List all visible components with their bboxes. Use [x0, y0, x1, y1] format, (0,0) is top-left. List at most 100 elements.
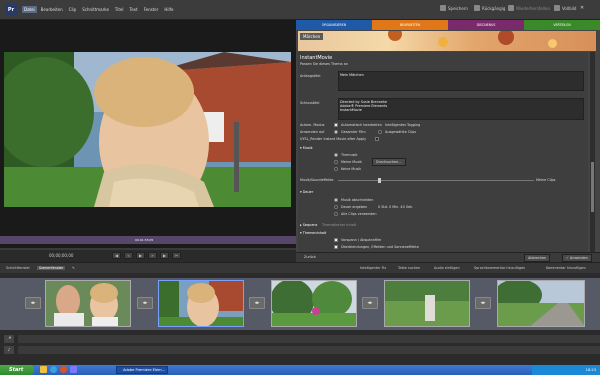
- beat-detect-button[interactable]: Takte suchen: [398, 266, 420, 270]
- theme-music-radio[interactable]: [334, 153, 338, 157]
- audio-button[interactable]: Audio einfügen: [434, 266, 460, 270]
- duration-fields[interactable]: 0 Std. 0 Min. 40 Sek.: [378, 205, 413, 209]
- browser-icon[interactable]: [50, 366, 57, 373]
- scrollbar-thumb[interactable]: [591, 162, 594, 212]
- music-balance-slider[interactable]: [338, 180, 534, 181]
- tab-verteilen[interactable]: VERTEILEN: [524, 20, 600, 30]
- sequence-value: Thematischer Inhalt: [322, 223, 356, 227]
- render-checkbox[interactable]: [375, 137, 379, 141]
- video-frame: [4, 52, 291, 207]
- theme-music-label: Themusik: [341, 153, 358, 157]
- menu-fenster[interactable]: Fenster: [142, 6, 161, 13]
- menu-datei[interactable]: Datei: [22, 6, 37, 13]
- whole-movie-radio[interactable]: [334, 130, 338, 134]
- redo-button[interactable]: Wiederherstellen: [508, 5, 550, 11]
- clip-5[interactable]: [497, 280, 585, 327]
- tab-discmenus[interactable]: DISCNENUS: [448, 20, 524, 30]
- undo-button[interactable]: Rückgängig: [474, 5, 505, 11]
- transition-slot[interactable]: ◂▸: [25, 297, 41, 309]
- menu-titel[interactable]: Titel: [113, 6, 126, 13]
- clip-2[interactable]: [158, 280, 244, 327]
- smartfix-button[interactable]: Intelligenter Fix: [360, 266, 386, 270]
- no-music-radio[interactable]: [334, 167, 338, 171]
- clip-4[interactable]: [384, 280, 470, 327]
- browse-button[interactable]: Durchsuchen...: [372, 158, 406, 166]
- clip-1[interactable]: [45, 280, 131, 327]
- opening-title-label: Anfangstitel: [300, 74, 321, 78]
- sequence-section[interactable]: ▸ Sequenz: [300, 223, 317, 227]
- menu-bar: Datei Bearbeiten Clip Schnittmarke Titel…: [22, 6, 176, 13]
- cancel-button[interactable]: Abbrechen: [524, 254, 551, 262]
- step-back-button[interactable]: ◀: [112, 252, 121, 259]
- split-button[interactable]: ✂: [172, 252, 181, 259]
- set-duration-radio[interactable]: [334, 205, 338, 209]
- transition-slot[interactable]: ◂▸: [475, 297, 491, 309]
- transition-slot[interactable]: ◂▸: [137, 297, 153, 309]
- menu-clip[interactable]: Clip: [67, 6, 79, 13]
- start-button[interactable]: Start: [0, 365, 34, 375]
- duration-section[interactable]: ▾ Dauer: [300, 190, 313, 194]
- explorer-icon[interactable]: [40, 366, 47, 373]
- timeline-toolbar: Schnittfenster Szenenfenster ✎ Intellige…: [0, 262, 600, 273]
- menu-text[interactable]: Text: [127, 6, 139, 13]
- transition-slot[interactable]: ◂▸: [362, 297, 378, 309]
- opening-title-field[interactable]: Mein Märchen: [338, 71, 584, 91]
- auto-edit-checkbox[interactable]: [334, 123, 338, 127]
- menu-bearbeiten[interactable]: Bearbeiten: [39, 6, 65, 13]
- tab-organisieren[interactable]: ORGANISIEREN: [296, 20, 372, 30]
- play-button[interactable]: ▶: [136, 252, 145, 259]
- all-clips-radio[interactable]: [334, 212, 338, 216]
- pencil-icon[interactable]: ✎: [72, 266, 75, 270]
- clip-2-thumbnail: [159, 281, 243, 326]
- transitions-checkbox[interactable]: [334, 245, 338, 249]
- music-balance-knob[interactable]: [378, 178, 381, 183]
- auto-edit-section-label: Autom. Modus: [300, 123, 325, 127]
- my-music-label: Meine Musik: [341, 160, 363, 164]
- music-section[interactable]: ▾ Musik: [300, 146, 313, 150]
- theme-name: Märchen: [300, 33, 324, 40]
- narration-icon: 🎤: [4, 335, 14, 343]
- music-balance-left-label: Musik/Soundeffekte: [300, 178, 334, 182]
- clip-3[interactable]: [271, 280, 357, 327]
- narration-button[interactable]: Sprachkommentar hinzufügen: [474, 266, 525, 270]
- rewind-button[interactable]: «: [124, 252, 133, 259]
- clip-5-thumbnail: [498, 281, 584, 326]
- taskbar-premiere[interactable]: Adobe Premiere Elem...: [116, 366, 168, 374]
- auto-edit-label: Automatisch bearbeiten: [341, 123, 382, 127]
- intelligent-tagging-label: Intelligentes Tagging: [385, 123, 421, 127]
- menu-hilfe[interactable]: Hilfe: [162, 6, 175, 13]
- fullscreen-button[interactable]: Vollbild: [554, 5, 576, 11]
- whole-movie-label: Gesamter Film: [341, 130, 366, 134]
- audio-lane-2[interactable]: [18, 346, 600, 354]
- back-button[interactable]: Zurück: [304, 255, 316, 259]
- closing-title-label: Schlusstitel: [300, 101, 320, 105]
- audio-lane-1[interactable]: [18, 335, 600, 343]
- workspace-tabs: ORGANISIEREN BEARBEITEN DISCNENUS VERTEI…: [296, 20, 600, 30]
- panel-scrollbar[interactable]: [590, 52, 595, 252]
- trim-music-radio[interactable]: [334, 198, 338, 202]
- transition-slot[interactable]: ◂▸: [249, 297, 265, 309]
- menu-schnittmarke[interactable]: Schnittmarke: [80, 6, 111, 13]
- step-forward-button[interactable]: ▶: [160, 252, 169, 259]
- quicklaunch: [40, 366, 77, 373]
- render-option-label: UYSL_Render Instant Movie after Apply: [300, 137, 367, 141]
- selected-clips-radio[interactable]: [378, 130, 382, 134]
- opening-closing-checkbox[interactable]: [334, 238, 338, 242]
- apply-button[interactable]: ✓ Anwenden: [562, 254, 592, 262]
- close-icon[interactable]: ✕: [580, 5, 584, 11]
- forward-button[interactable]: »: [148, 252, 157, 259]
- redo-icon: [508, 5, 514, 11]
- app-icon[interactable]: [70, 366, 77, 373]
- firefox-icon[interactable]: [60, 366, 67, 373]
- save-button[interactable]: Speichern: [440, 5, 468, 11]
- theme-content-section[interactable]: ▾ Themeninhalt: [300, 231, 326, 235]
- clip-4-thumbnail: [385, 281, 469, 326]
- tab-schnittfenster[interactable]: Schnittfenster: [6, 266, 30, 270]
- my-music-radio[interactable]: [334, 160, 338, 164]
- tab-szenenfenster[interactable]: Szenenfenster: [37, 266, 66, 270]
- all-clips-label: Alle Clips verwenden: [341, 212, 377, 216]
- comment-button[interactable]: Kommentar hinzufügen: [546, 266, 586, 270]
- closing-title-field[interactable]: Directed by Susie Brenneke Adobe® Premie…: [338, 98, 584, 120]
- tab-bearbeiten[interactable]: BEARBEITEN: [372, 20, 448, 30]
- scrub-bar[interactable]: 00:01:33:05: [0, 236, 296, 244]
